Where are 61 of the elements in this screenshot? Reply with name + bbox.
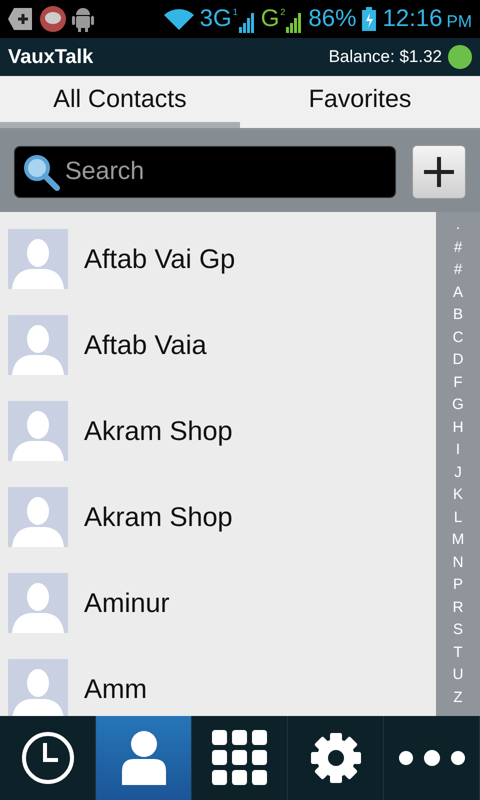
tab[interactable]: Favorites [240,76,480,128]
contact-name[interactable]: Amm [84,674,147,704]
index-letter[interactable]: M [452,529,464,552]
index-letter[interactable]: I [456,439,460,462]
settings-icon [310,732,362,784]
signal-icon [238,13,255,33]
signal-icon [286,13,302,33]
index-letter[interactable]: N [452,552,464,574]
contact-name[interactable]: Aftab Vaia [84,330,207,360]
wifi-icon [164,8,194,30]
contact-name[interactable]: Aftab Vai Gp [84,244,236,274]
clock-time: 12:16 [382,5,442,33]
dialpad-icon [212,730,268,786]
index-letter[interactable]: K [452,484,463,506]
nav-button[interactable] [96,716,192,800]
index-letter[interactable]: H [452,416,464,439]
index-letter[interactable]: J [454,462,462,484]
avatar-icon [8,401,68,461]
clock-icon [20,731,74,785]
network-type: G [260,5,280,33]
index-letter[interactable]: B [452,304,463,326]
avatar-icon [8,487,68,547]
more-icon [398,750,466,766]
message-notification-icon [40,6,66,32]
contact-name[interactable]: Akram Shop [84,416,233,446]
add-notification-icon [8,8,34,30]
sim-number: 2 [280,7,286,17]
index-letter[interactable]: L [454,506,462,529]
index-letter[interactable]: . [456,214,460,236]
index-letter[interactable]: Z [453,686,463,709]
index-letter[interactable]: A [452,282,463,304]
index-letter[interactable]: C [452,326,464,349]
avatar-icon [8,573,68,633]
avatar-icon [8,229,68,289]
app-title: VauxTalk [8,46,94,68]
index-letter[interactable]: T [453,642,463,664]
index-letter[interactable]: F [453,372,463,394]
clock-period: PM [446,12,472,32]
contact-name[interactable]: Aminur [84,588,170,618]
battery-percent: 86% [308,5,356,33]
index-letter[interactable]: D [452,349,464,372]
index-letter[interactable]: G [452,394,464,416]
battery-icon [362,7,376,31]
android-icon [72,6,94,32]
index-letter[interactable]: R [452,596,464,619]
network-type: 3G [200,5,232,33]
balance-text: Balance: $1.32 [328,47,442,67]
add-button[interactable] [412,144,466,198]
person-icon [122,731,166,785]
index-letter[interactable]: # [454,236,462,259]
index-letter[interactable]: S [452,619,463,642]
avatar-icon [8,315,68,375]
contact-name[interactable]: Akram Shop [84,502,233,532]
plus-icon [423,156,455,188]
index-letter[interactable]: U [452,664,464,686]
status-dot [448,45,472,69]
search-field[interactable]: Search [14,146,396,198]
sim-number: 1 [232,7,238,17]
index-letter[interactable]: # [454,259,462,282]
avatar-icon [8,659,68,719]
index-letter[interactable]: P [452,574,463,596]
